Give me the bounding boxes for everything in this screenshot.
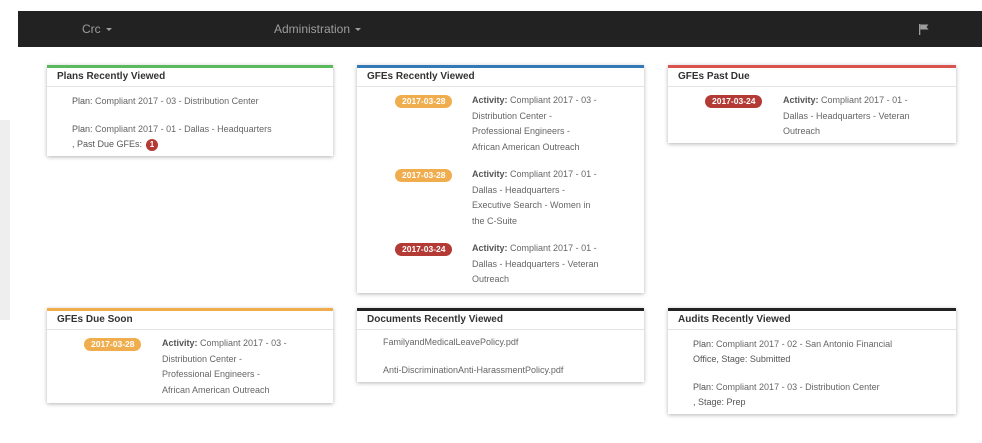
caret-down-icon xyxy=(105,28,112,32)
audit-link[interactable]: Compliant 2017 - 02 - San Antonio Financ… xyxy=(716,339,892,349)
audit-stage: Submitted xyxy=(749,354,791,364)
top-navbar: Crc Administration xyxy=(18,11,982,47)
document-link[interactable]: FamilyandMedicalLeavePolicy.pdf xyxy=(383,337,518,347)
panel-title: Audits Recently Viewed xyxy=(668,311,956,330)
panel-title: GFEs Past Due xyxy=(668,68,956,87)
nav-administration-label: Administration xyxy=(274,22,351,36)
panel-title: GFEs Recently Viewed xyxy=(357,68,644,87)
panel-title: GFEs Due Soon xyxy=(47,311,333,330)
gfe-date-badge[interactable]: 2017-03-24 xyxy=(395,243,453,256)
audit-link[interactable]: Compliant 2017 - 03 - Distribution Cente… xyxy=(716,382,880,392)
left-background-strip xyxy=(0,120,10,320)
plan-link[interactable]: Compliant 2017 - 01 - Dallas - Headquart… xyxy=(95,124,272,134)
plan-link[interactable]: Compliant 2017 - 03 - Distribution Cente… xyxy=(95,96,259,106)
panel-title: Plans Recently Viewed xyxy=(47,68,333,87)
gfe-activity[interactable]: Activity: Compliant 2017 - 01 - Dallas - … xyxy=(472,241,612,288)
documents-recently-viewed-panel: Documents Recently Viewed FamilyandMedic… xyxy=(357,308,644,382)
gfes-due-soon-panel: GFEs Due Soon 2017-03-28 Activity: Compl… xyxy=(47,308,333,403)
audits-recently-viewed-panel: Audits Recently Viewed Plan: Compliant 2… xyxy=(668,308,956,414)
gfe-activity[interactable]: Activity: Compliant 2017 - 01 - Dallas - … xyxy=(783,93,943,140)
document-link[interactable]: Anti-DiscriminationAnti-HarassmentPolicy… xyxy=(383,365,563,375)
gfe-activity[interactable]: Activity: Compliant 2017 - 03 - Distribut… xyxy=(472,93,612,155)
gfes-recently-viewed-panel: GFEs Recently Viewed 2017-03-28 Activity… xyxy=(357,65,644,293)
past-due-count-badge[interactable]: 1 xyxy=(146,138,159,151)
gfes-past-due-panel: GFEs Past Due 2017-03-24 Activity: Compl… xyxy=(668,65,956,143)
panel-title: Documents Recently Viewed xyxy=(357,311,644,330)
nav-crc-dropdown[interactable]: Crc xyxy=(82,11,112,47)
nav-crc-label: Crc xyxy=(82,22,101,36)
audit-item[interactable]: Plan: Compliant 2017 - 02 - San Antonio … xyxy=(693,337,948,367)
nav-administration-dropdown[interactable]: Administration xyxy=(274,11,362,47)
gfe-date-badge[interactable]: 2017-03-28 xyxy=(395,169,453,182)
audit-item[interactable]: Plan: Compliant 2017 - 03 - Distribution… xyxy=(693,380,948,410)
gfe-activity[interactable]: Activity: Compliant 2017 - 01 - Dallas - … xyxy=(472,167,612,229)
gfe-activity[interactable]: Activity: Compliant 2017 - 03 - Distribut… xyxy=(162,336,302,398)
gfe-date-badge[interactable]: 2017-03-28 xyxy=(84,338,142,351)
plans-recently-viewed-panel: Plans Recently Viewed Plan: Compliant 20… xyxy=(47,65,333,156)
past-due-label: , Past Due GFEs: xyxy=(72,139,143,149)
gfe-date-badge[interactable]: 2017-03-28 xyxy=(395,95,453,108)
flag-icon[interactable] xyxy=(918,23,930,35)
plan-item[interactable]: Plan: Compliant 2017 - 01 - Dallas - Hea… xyxy=(72,122,322,152)
audit-stage: Prep xyxy=(726,397,746,407)
plan-item[interactable]: Plan: Compliant 2017 - 03 - Distribution… xyxy=(72,94,259,109)
gfe-date-badge[interactable]: 2017-03-24 xyxy=(705,95,763,108)
caret-down-icon xyxy=(355,28,362,32)
